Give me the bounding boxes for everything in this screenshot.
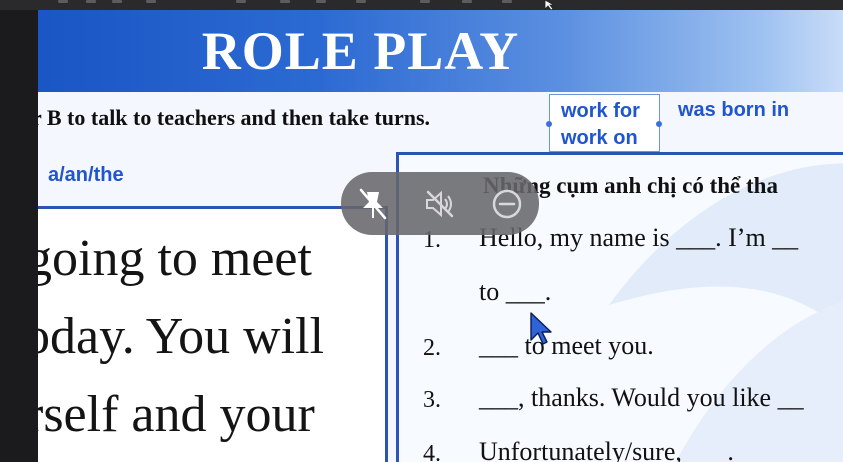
question-text: to ___. bbox=[479, 277, 552, 306]
chip-articles[interactable]: a/an/the bbox=[48, 164, 124, 187]
question-text: ___ to meet you. bbox=[479, 331, 654, 360]
question-number: 3. bbox=[423, 387, 441, 413]
toolbar-tool-icon[interactable] bbox=[316, 0, 326, 3]
toolbar-tool-icon[interactable] bbox=[420, 0, 430, 3]
cursor-icon bbox=[544, 0, 556, 10]
toolbar-tool-icon[interactable] bbox=[356, 0, 366, 3]
toolbar-tool-icon[interactable] bbox=[280, 0, 290, 3]
chip-work-for[interactable]: work for bbox=[561, 100, 640, 123]
floating-controls bbox=[341, 172, 539, 235]
background-swoosh bbox=[609, 163, 843, 462]
toolbar-tool-icon[interactable] bbox=[236, 0, 246, 3]
toolbar-tool-icon[interactable] bbox=[462, 0, 472, 3]
mute-icon[interactable] bbox=[420, 184, 460, 224]
toolbar-tool-icon[interactable] bbox=[86, 0, 96, 3]
question-number: 2. bbox=[423, 335, 441, 361]
handle-dot[interactable] bbox=[656, 121, 662, 127]
toolbar-tool-icon[interactable] bbox=[112, 0, 122, 3]
top-toolbar bbox=[0, 0, 843, 10]
slide: ROLE PLAY r B to talk to teachers and th… bbox=[38, 10, 843, 462]
instruction-text: r B to talk to teachers and then take tu… bbox=[38, 105, 431, 130]
handle-dot[interactable] bbox=[546, 121, 552, 127]
toolbar-tool-icon[interactable] bbox=[502, 0, 512, 3]
chip-work-on[interactable]: work on bbox=[561, 127, 638, 150]
chip-was-born-in[interactable]: was born in bbox=[678, 99, 789, 122]
left-panel: going to meet oday. You will rself and y… bbox=[38, 206, 388, 462]
toolbar-tool-icon[interactable] bbox=[146, 0, 156, 3]
passage-line: rself and your bbox=[38, 386, 315, 443]
title-banner: ROLE PLAY bbox=[38, 10, 843, 92]
question-number: 4. bbox=[423, 441, 441, 462]
mouse-cursor-icon bbox=[530, 312, 552, 345]
unpin-icon[interactable] bbox=[353, 184, 393, 224]
minus-circle-icon[interactable] bbox=[487, 184, 527, 224]
passage-line: going to meet bbox=[38, 230, 312, 287]
question-text: Unfortunately/sure, ___. bbox=[479, 437, 734, 462]
banner-title: ROLE PLAY bbox=[201, 21, 520, 81]
toolbar-tool-icon[interactable] bbox=[58, 0, 68, 3]
passage-line: oday. You will bbox=[38, 308, 325, 365]
question-text: ___, thanks. Would you like __ bbox=[479, 383, 804, 412]
